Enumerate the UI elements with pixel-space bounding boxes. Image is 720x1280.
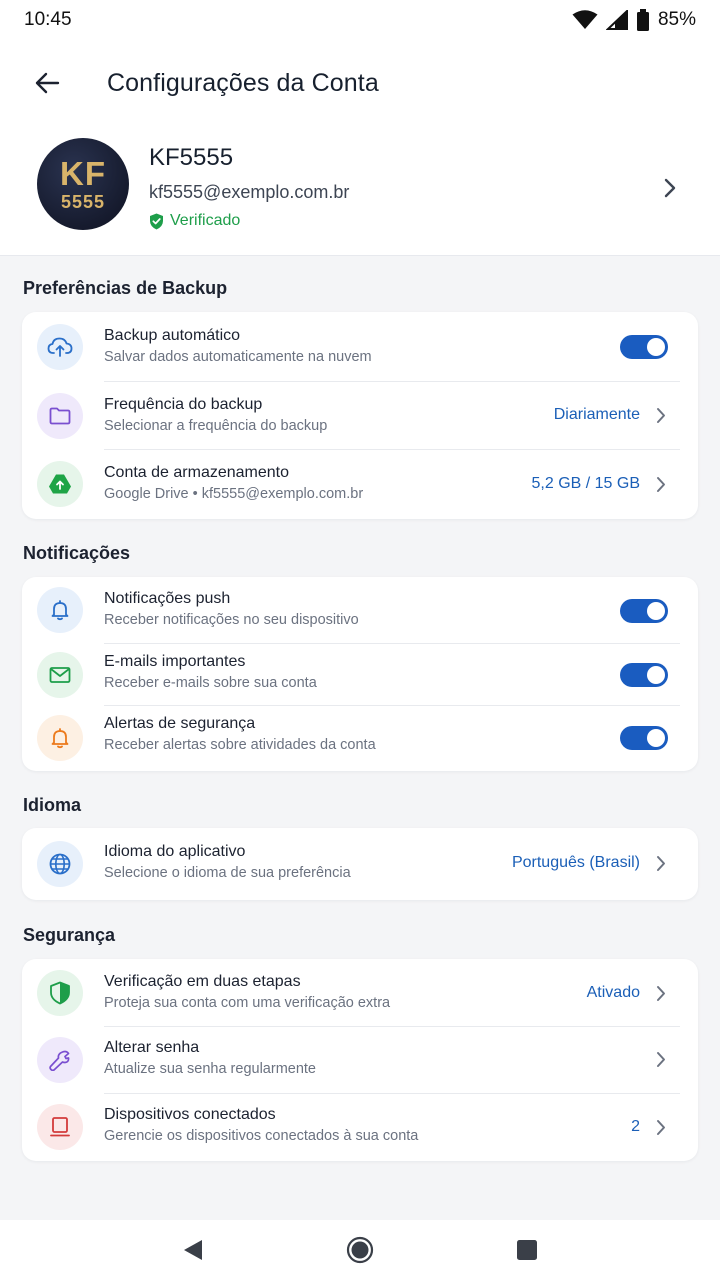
push-notifications-toggle[interactable] bbox=[620, 599, 668, 623]
row-subtitle: Proteja sua conta com uma verificação ex… bbox=[104, 995, 391, 1011]
row-change-password[interactable]: Alterar senha Atualize sua senha regular… bbox=[22, 1027, 698, 1093]
chevron-right-icon bbox=[664, 178, 676, 198]
device-icon bbox=[37, 1104, 83, 1150]
row-security-alerts[interactable]: Alertas de segurança Receber alertas sob… bbox=[22, 706, 698, 771]
language-card: Idioma do aplicativo Selecione o idioma … bbox=[22, 828, 698, 900]
row-subtitle: Salvar dados automaticamente na nuvem bbox=[104, 349, 372, 365]
row-subtitle: Gerencie os dispositivos conectados à su… bbox=[104, 1128, 419, 1144]
row-title: Alertas de segurança bbox=[104, 715, 256, 732]
row-subtitle: Receber notificações no seu dispositivo bbox=[104, 612, 359, 628]
connected-devices-count: 2 bbox=[631, 1118, 640, 1135]
status-time: 10:45 bbox=[24, 9, 72, 30]
backup-frequency-value: Diariamente bbox=[553, 406, 640, 423]
battery-icon bbox=[636, 9, 649, 31]
row-push-notifications[interactable]: Notificações push Receber notificações n… bbox=[22, 577, 698, 643]
row-title: Idioma do aplicativo bbox=[104, 843, 246, 860]
wrench-icon bbox=[37, 1037, 83, 1083]
avatar: KF 5555 bbox=[37, 138, 129, 230]
backup-card: Backup automático Salvar dados automatic… bbox=[22, 312, 698, 519]
chevron-right-icon bbox=[657, 986, 665, 1001]
auto-backup-toggle[interactable] bbox=[620, 335, 668, 359]
avatar-initials: KF bbox=[60, 154, 106, 192]
verified-label: Verificado bbox=[170, 212, 241, 229]
row-subtitle: Selecione o idioma de sua preferência bbox=[104, 865, 351, 881]
shield-icon bbox=[37, 970, 83, 1016]
back-button[interactable] bbox=[23, 59, 71, 107]
row-subtitle: Selecionar a frequência do backup bbox=[104, 418, 328, 434]
signal-icon bbox=[605, 10, 628, 30]
nav-home-button[interactable] bbox=[336, 1226, 384, 1274]
row-title: Frequência do backup bbox=[104, 396, 263, 413]
verified-shield-icon bbox=[150, 213, 163, 229]
profile-info: KF5555 kf5555@exemplo.com.br Verificado bbox=[149, 144, 349, 230]
row-title: Conta de armazenamento bbox=[104, 464, 289, 481]
verified-badge: Verificado bbox=[149, 212, 349, 230]
folder-icon bbox=[37, 393, 83, 439]
row-app-language[interactable]: Idioma do aplicativo Selecione o idioma … bbox=[22, 828, 698, 900]
alert-bell-icon bbox=[37, 715, 83, 761]
app-bar: Configurações da Conta bbox=[0, 40, 720, 126]
row-important-emails[interactable]: E-mails importantes Receber e-mails sobr… bbox=[22, 644, 698, 706]
row-subtitle: Receber alertas sobre atividades da cont… bbox=[104, 737, 376, 753]
chevron-right-icon bbox=[657, 1120, 665, 1135]
row-title: Dispositivos conectados bbox=[104, 1106, 276, 1123]
row-title: Verificação em duas etapas bbox=[104, 973, 301, 990]
profile-card[interactable]: KF 5555 KF5555 kf5555@exemplo.com.br Ver… bbox=[0, 126, 720, 256]
chevron-right-icon bbox=[657, 408, 665, 423]
chevron-right-icon bbox=[657, 856, 665, 871]
triangle-back-icon bbox=[184, 1240, 203, 1260]
important-emails-toggle[interactable] bbox=[620, 663, 668, 687]
home-circle-icon bbox=[346, 1236, 374, 1264]
battery-level: 85% bbox=[657, 9, 696, 30]
nav-back-button[interactable] bbox=[169, 1226, 217, 1274]
app-language-value: Português (Brasil) bbox=[511, 854, 640, 871]
row-title: E-mails importantes bbox=[104, 653, 246, 670]
wifi-icon bbox=[572, 10, 598, 29]
row-subtitle: Atualize sua senha regularmente bbox=[104, 1061, 316, 1077]
security-alerts-toggle[interactable] bbox=[620, 726, 668, 750]
status-bar: 10:45 85% bbox=[0, 0, 720, 40]
section-title-language: Idioma bbox=[23, 795, 82, 815]
page-title: Configurações da Conta bbox=[107, 68, 379, 97]
row-title: Backup automático bbox=[104, 327, 241, 344]
google-drive-icon bbox=[37, 461, 83, 507]
row-auto-backup[interactable]: Backup automático Salvar dados automatic… bbox=[22, 312, 698, 381]
row-title: Notificações push bbox=[104, 590, 231, 607]
chevron-right-icon bbox=[657, 477, 665, 492]
two-step-status-value: Ativado bbox=[586, 984, 640, 1001]
status-icons: 85% bbox=[572, 9, 696, 31]
row-two-step-verification[interactable]: Verificação em duas etapas Proteja sua c… bbox=[22, 959, 698, 1026]
security-card: Verificação em duas etapas Proteja sua c… bbox=[22, 959, 698, 1161]
globe-icon bbox=[37, 841, 83, 887]
cloud-upload-icon bbox=[37, 324, 83, 370]
mail-icon bbox=[37, 652, 83, 698]
bell-icon bbox=[37, 587, 83, 633]
system-nav-bar bbox=[0, 1220, 720, 1280]
section-title-notifications: Notificações bbox=[23, 543, 131, 563]
row-title: Alterar senha bbox=[104, 1039, 200, 1056]
profile-name: KF5555 bbox=[149, 144, 234, 171]
row-storage-account[interactable]: Conta de armazenamento Google Drive • kf… bbox=[22, 450, 698, 519]
arrow-left-icon bbox=[35, 72, 60, 94]
section-title-security: Segurança bbox=[23, 925, 116, 945]
nav-recents-button[interactable] bbox=[503, 1226, 551, 1274]
profile-email: kf5555@exemplo.com.br bbox=[149, 182, 350, 202]
chevron-right-icon bbox=[657, 1052, 665, 1067]
row-subtitle: Receber e-mails sobre sua conta bbox=[104, 675, 317, 691]
row-backup-frequency[interactable]: Frequência do backup Selecionar a frequê… bbox=[22, 382, 698, 450]
square-recents-icon bbox=[516, 1240, 537, 1260]
section-title-backup: Preferências de Backup bbox=[23, 278, 228, 298]
row-connected-devices[interactable]: Dispositivos conectados Gerencie os disp… bbox=[22, 1094, 698, 1161]
storage-usage-value: 5,2 GB / 15 GB bbox=[531, 475, 641, 492]
avatar-number: 5555 bbox=[60, 191, 106, 212]
notifications-card: Notificações push Receber notificações n… bbox=[22, 577, 698, 771]
row-subtitle: Google Drive • kf5555@exemplo.com.br bbox=[104, 486, 364, 502]
